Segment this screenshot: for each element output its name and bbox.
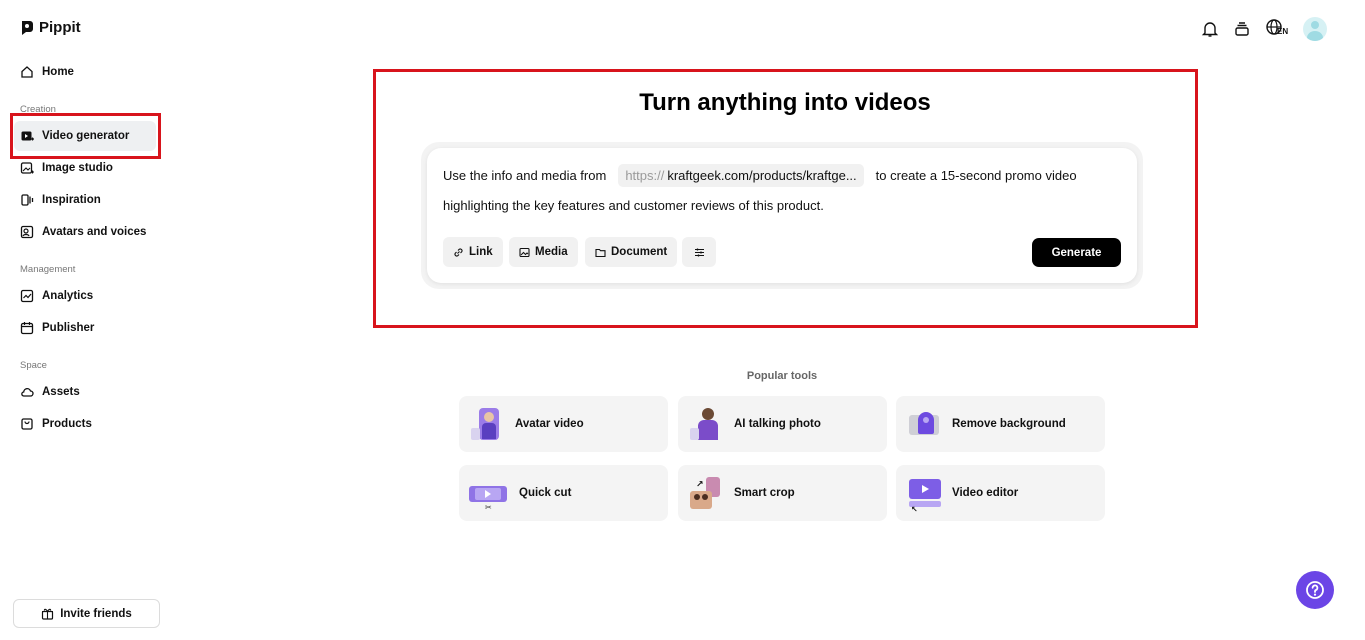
section-label-management: Management (20, 264, 76, 275)
cloud-icon (21, 388, 34, 397)
link-button[interactable]: Link (443, 237, 503, 267)
tool-label: Remove background (952, 418, 1066, 430)
tool-label: Quick cut (519, 487, 572, 499)
prompt-suffix: to create a 15-second promo video (875, 168, 1077, 183)
help-button[interactable] (1296, 571, 1334, 609)
sidebar-item-label: Assets (42, 386, 80, 398)
talking-photo-thumbnail (688, 406, 724, 442)
document-label: Document (611, 246, 668, 258)
tool-card-avatar-video[interactable]: Avatar video (459, 396, 668, 452)
settings-button[interactable] (682, 237, 716, 267)
layers-icon[interactable] (1233, 20, 1251, 38)
sliders-icon (694, 248, 704, 256)
tool-card-remove-background[interactable]: Remove background (896, 396, 1105, 452)
quick-cut-thumbnail: ✂ (469, 475, 509, 512)
tool-card-video-editor[interactable]: ↖ Video editor (896, 465, 1105, 521)
prompt-card[interactable]: Use the info and media from https:// kra… (427, 148, 1137, 283)
smart-crop-thumbnail: ↗ (688, 475, 724, 511)
pippit-logo-icon (22, 20, 33, 35)
sidebar-item-label: Avatars and voices (42, 226, 147, 238)
inspiration-icon (21, 194, 34, 206)
bell-icon[interactable] (1201, 20, 1219, 38)
invite-label: Invite friends (60, 607, 132, 620)
sidebar-item-image-studio[interactable]: Image studio (14, 153, 156, 183)
tool-label: AI talking photo (734, 418, 821, 430)
sidebar-item-label: Home (42, 66, 74, 78)
sidebar-item-analytics[interactable]: Analytics (14, 281, 156, 311)
home-icon (21, 66, 33, 78)
remove-background-thumbnail (906, 406, 942, 442)
link-icon (454, 247, 463, 257)
tool-card-ai-talking-photo[interactable]: AI talking photo (678, 396, 887, 452)
section-label-space: Space (20, 360, 47, 371)
url-scheme: https:// (625, 168, 665, 183)
folder-icon (595, 248, 606, 257)
image-icon (519, 247, 530, 257)
app-logo[interactable]: Pippit (20, 19, 81, 36)
link-label: Link (469, 246, 493, 258)
url-text: kraftgeek.com/products/kraftge... (667, 168, 857, 183)
sidebar: Pippit Home Creation Video generator Ima… (0, 0, 172, 640)
sidebar-item-label: Image studio (42, 162, 113, 174)
prompt-prefix: Use the info and media from (443, 168, 607, 183)
prompt-line-2[interactable]: highlighting the key features and custom… (443, 198, 824, 213)
sidebar-item-label: Publisher (42, 322, 95, 334)
tool-label: Avatar video (515, 418, 584, 430)
generate-button[interactable]: Generate (1032, 238, 1121, 267)
popular-tools-heading: Popular tools (746, 370, 818, 382)
media-button[interactable]: Media (509, 237, 578, 267)
tool-card-quick-cut[interactable]: ✂ Quick cut (459, 465, 668, 521)
tool-label: Video editor (952, 487, 1019, 499)
sidebar-item-products[interactable]: Products (14, 409, 156, 439)
language-switcher[interactable]: EN (1265, 18, 1289, 40)
avatar-voice-icon (20, 225, 34, 239)
prompt-line-1[interactable]: Use the info and media from https:// kra… (443, 164, 1077, 187)
sidebar-item-home[interactable]: Home (14, 57, 156, 87)
video-editor-thumbnail: ↖ (906, 475, 942, 514)
help-icon (1306, 581, 1324, 599)
calendar-icon (20, 322, 34, 335)
tool-card-smart-crop[interactable]: ↗ Smart crop (678, 465, 887, 521)
topbar: EN (1201, 17, 1327, 41)
page-title: Turn anything into videos (639, 89, 931, 116)
analytics-icon (20, 289, 34, 303)
gift-icon (42, 608, 54, 620)
sidebar-item-label: Inspiration (42, 194, 101, 206)
product-box-icon (21, 418, 33, 430)
document-button[interactable]: Document (585, 237, 678, 267)
tool-label: Smart crop (734, 487, 795, 499)
media-label: Media (535, 246, 568, 258)
url-chip[interactable]: https:// kraftgeek.com/products/kraftge.… (618, 164, 864, 187)
app-name: Pippit (39, 19, 81, 36)
avatar-video-thumbnail (469, 406, 505, 442)
sidebar-item-label: Products (42, 418, 92, 430)
sidebar-item-inspiration[interactable]: Inspiration (14, 185, 156, 215)
image-plus-icon (20, 162, 34, 174)
invite-friends-button[interactable]: Invite friends (13, 599, 160, 628)
sidebar-item-avatars-voices[interactable]: Avatars and voices (14, 217, 156, 247)
language-code: EN (1277, 27, 1289, 36)
sidebar-item-label: Analytics (42, 290, 94, 302)
sidebar-item-publisher[interactable]: Publisher (14, 313, 156, 343)
avatar[interactable] (1303, 17, 1327, 41)
sidebar-item-assets[interactable]: Assets (14, 377, 156, 407)
